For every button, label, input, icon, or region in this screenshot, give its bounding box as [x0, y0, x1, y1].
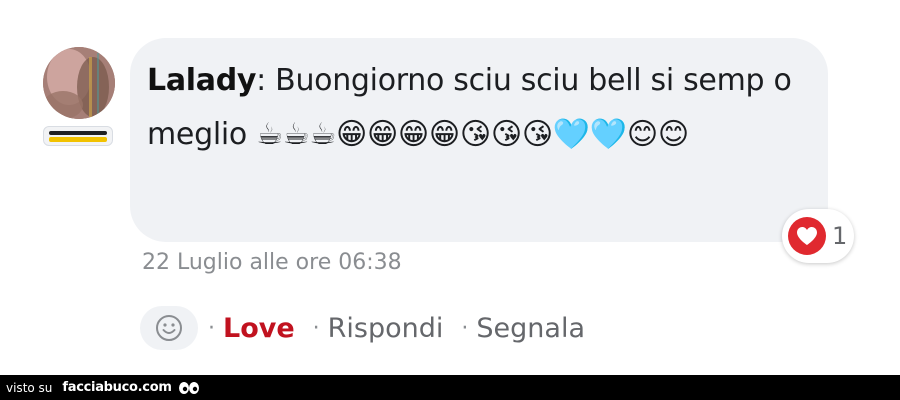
comment-body: Lalady: Buongiorno sciu sciu bell si sem…: [147, 54, 807, 162]
action-separator: ·: [461, 315, 469, 341]
report-button[interactable]: Segnala: [476, 313, 585, 344]
comment-actions: · Love · Rispondi · Segnala: [140, 305, 585, 351]
heart-icon: [788, 217, 826, 255]
smiley-icon: [156, 315, 182, 341]
comment-screenshot: Lalady: Buongiorno sciu sciu bell si sem…: [0, 0, 900, 400]
comment-emojis: ☕☕☕😁😁😁😁😘😘😘🩵🩵😊😊: [256, 117, 689, 152]
watermark-prefix: visto su: [6, 380, 53, 395]
badge-bar-dark: [49, 130, 107, 135]
love-button[interactable]: Love: [223, 313, 295, 344]
badge-bar-yellow: [49, 136, 107, 142]
comment-timestamp[interactable]: 22 Luglio alle ore 06:38: [142, 250, 402, 275]
reaction-summary[interactable]: 1: [782, 209, 854, 263]
watermark-site[interactable]: facciabuco.com: [62, 380, 172, 395]
author-separator: :: [256, 63, 276, 98]
avatar-image: [43, 47, 115, 119]
reply-button[interactable]: Rispondi: [328, 313, 444, 344]
avatar[interactable]: [43, 47, 115, 119]
action-separator: ·: [208, 315, 215, 341]
comment-author[interactable]: Lalady: [147, 63, 256, 98]
watermark-bar: visto su facciabuco.com: [0, 375, 900, 400]
reaction-count: 1: [832, 222, 848, 250]
top-fan-badge: [43, 126, 113, 146]
eyes-logo-icon: [178, 381, 200, 395]
react-button[interactable]: [140, 306, 198, 350]
action-separator: ·: [312, 315, 320, 341]
